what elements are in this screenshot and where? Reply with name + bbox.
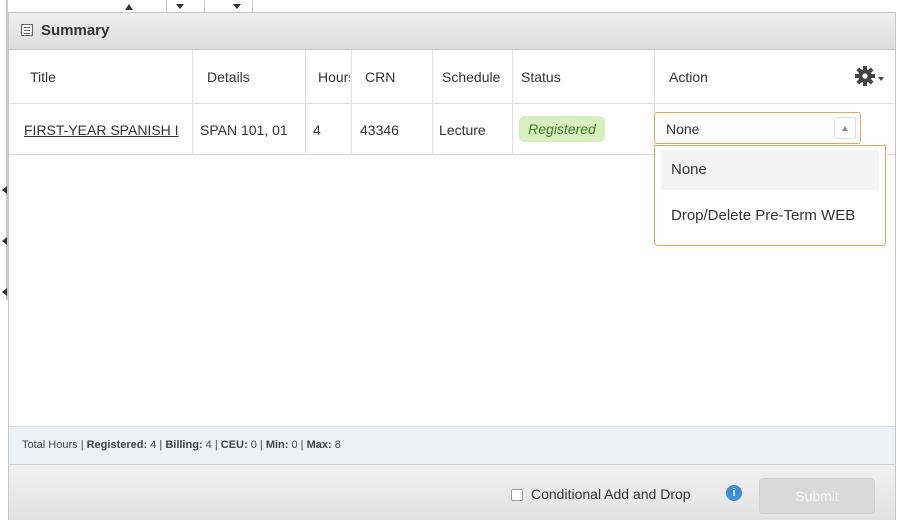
panel-header: Summary (9, 13, 895, 50)
action-select-value: None (666, 121, 700, 137)
course-title-link[interactable]: FIRST-YEAR SPANISH I (24, 122, 179, 138)
action-dropdown-menu: None Drop/Delete Pre-Term WEB (654, 145, 886, 246)
info-icon[interactable]: i (726, 485, 742, 501)
course-hours: 4 (313, 122, 321, 138)
totals-bar: Total Hours | Registered: 4 | Billing: 4… (9, 426, 895, 464)
action-select[interactable]: None (654, 112, 861, 144)
action-option-none[interactable]: None (661, 150, 879, 190)
course-crn: 43346 (360, 122, 399, 138)
column-title[interactable]: Title (30, 69, 180, 85)
panel-footer: Conditional Add and Drop i Submit (9, 464, 895, 520)
column-schedule[interactable]: Schedule (442, 69, 512, 85)
left-edge-scrollbar (0, 0, 8, 528)
column-separator (166, 0, 167, 12)
column-crn[interactable]: CRN (365, 69, 425, 85)
submit-button[interactable]: Submit (759, 478, 875, 514)
column-status[interactable]: Status (521, 69, 641, 85)
totals-text: Total Hours | Registered: 4 | Billing: 4… (22, 439, 341, 451)
collapse-arrow-icon[interactable] (2, 288, 7, 296)
action-option-drop[interactable]: Drop/Delete Pre-Term WEB (661, 196, 879, 236)
course-details: SPAN 101, 01 (200, 122, 288, 138)
course-schedule: Lecture (439, 122, 486, 138)
chevron-up-icon[interactable] (834, 117, 856, 139)
column-details[interactable]: Details (207, 69, 302, 85)
conditional-add-drop-checkbox[interactable] (511, 489, 523, 501)
conditional-add-drop-label[interactable]: Conditional Add and Drop (531, 486, 691, 502)
sort-up-icon[interactable] (125, 4, 133, 10)
table-icon (21, 24, 33, 36)
column-action[interactable]: Action (669, 69, 789, 85)
column-separator (204, 0, 205, 12)
collapse-arrow-icon[interactable] (2, 186, 7, 194)
column-hours[interactable]: Hours (318, 69, 350, 85)
sort-down-icon[interactable] (176, 4, 184, 9)
top-strip (8, 0, 906, 12)
table-header: Title Details Hours CRN Schedule Status … (9, 50, 895, 104)
sort-down-icon[interactable] (233, 4, 241, 9)
status-badge: Registered (519, 116, 605, 142)
gear-icon[interactable] (853, 64, 885, 88)
collapse-arrow-icon[interactable] (2, 237, 7, 245)
column-separator (252, 0, 253, 12)
panel-title: Summary (41, 22, 110, 39)
summary-panel: Summary Title Details Hours CRN Schedule… (8, 12, 896, 520)
